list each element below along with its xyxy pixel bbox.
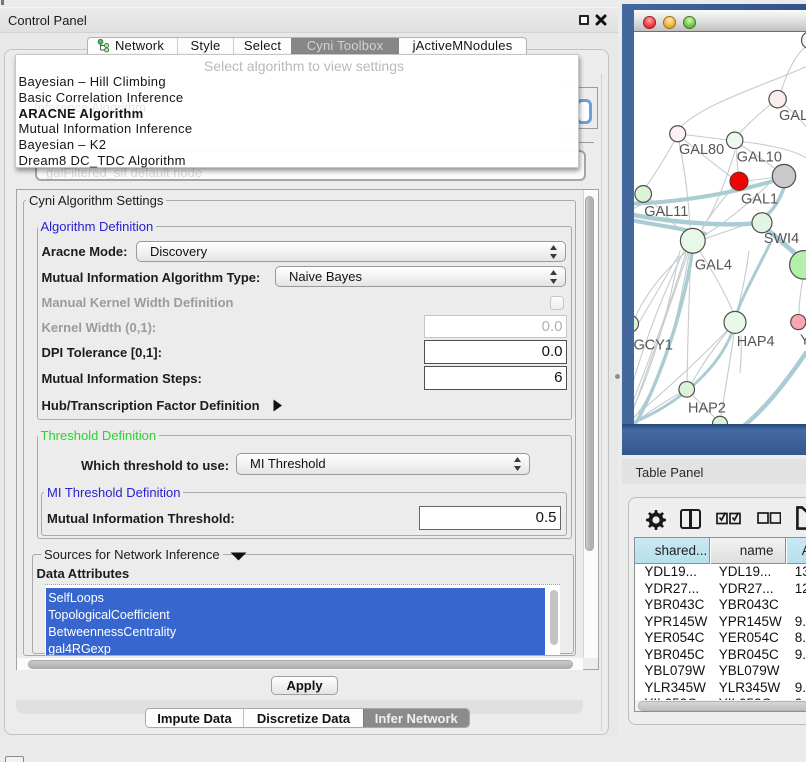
svg-text:HAP2: HAP2 xyxy=(688,400,726,416)
svg-text:GCY1: GCY1 xyxy=(634,337,673,353)
svg-text:GAL4: GAL4 xyxy=(695,257,732,273)
svg-text:SWI4: SWI4 xyxy=(764,230,799,246)
svg-text:HAP4: HAP4 xyxy=(737,333,775,349)
svg-text:GAL11: GAL11 xyxy=(644,203,688,219)
svg-text:GAL10: GAL10 xyxy=(737,149,782,165)
svg-text:GAL: GAL xyxy=(779,107,806,123)
svg-text:GAL1: GAL1 xyxy=(741,191,778,207)
svg-text:Y: Y xyxy=(800,332,806,348)
svg-text:GAL80: GAL80 xyxy=(679,141,724,157)
